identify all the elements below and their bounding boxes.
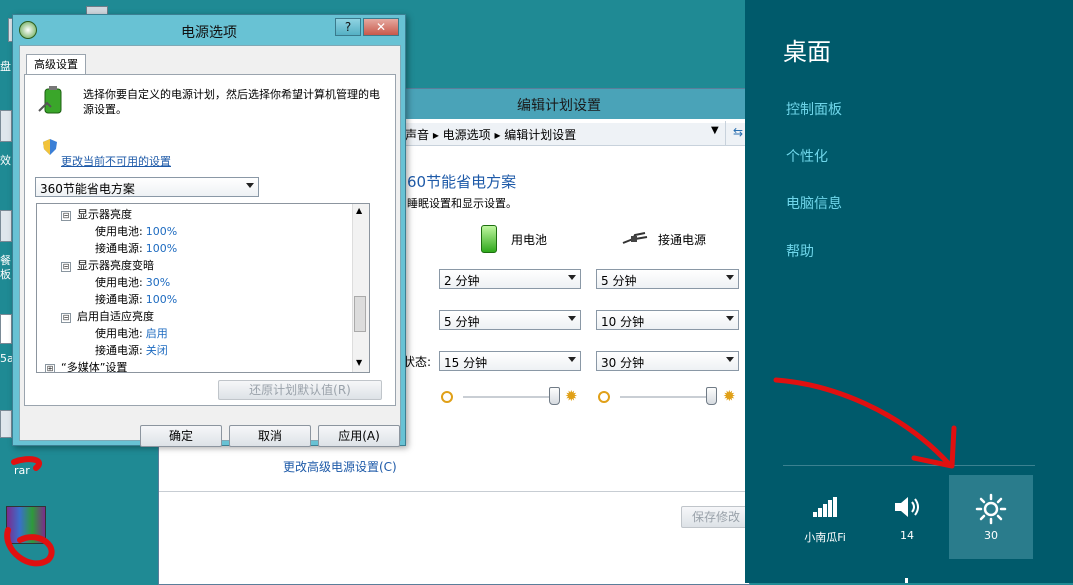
annotation-layer xyxy=(4,377,957,567)
annotation-scribble xyxy=(4,456,55,567)
desktop: { "dialog": { "title": "电源选项", "help_btn… xyxy=(0,0,1073,585)
annotation-arrow xyxy=(773,377,953,468)
